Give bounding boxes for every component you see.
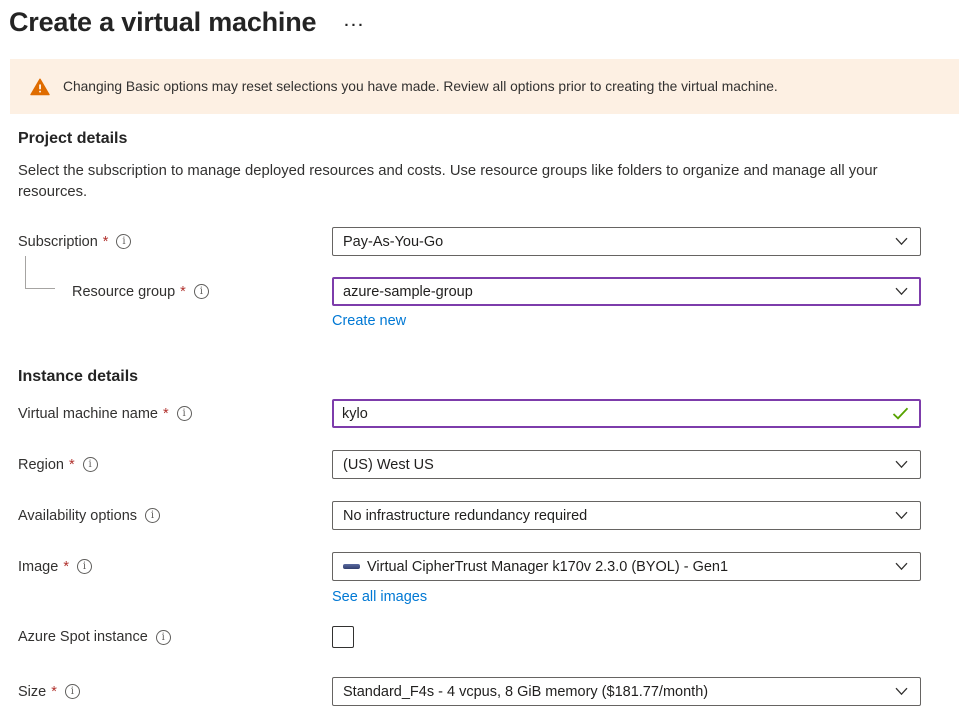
chevron-down-icon bbox=[895, 287, 908, 296]
vm-name-label: Virtual machine name * i bbox=[18, 406, 332, 422]
image-value: Virtual CipherTrust Manager k170v 2.3.0 … bbox=[367, 559, 728, 575]
subscription-value: Pay-As-You-Go bbox=[343, 234, 443, 250]
warning-banner: Changing Basic options may reset selecti… bbox=[10, 59, 959, 114]
required-marker: * bbox=[69, 457, 75, 473]
required-marker: * bbox=[103, 234, 109, 250]
region-value: (US) West US bbox=[343, 457, 434, 473]
required-marker: * bbox=[63, 559, 69, 575]
info-icon[interactable]: i bbox=[194, 284, 209, 299]
required-marker: * bbox=[180, 284, 186, 300]
availability-options-dropdown[interactable]: No infrastructure redundancy required bbox=[332, 501, 921, 530]
region-dropdown[interactable]: (US) West US bbox=[332, 450, 921, 479]
vm-name-input[interactable] bbox=[342, 406, 892, 422]
project-details-description: Select the subscription to manage deploy… bbox=[18, 161, 923, 203]
size-label-text: Size bbox=[18, 684, 46, 700]
info-icon[interactable]: i bbox=[177, 406, 192, 421]
form-row-create-new: Create new bbox=[18, 312, 959, 330]
vm-name-label-text: Virtual machine name bbox=[18, 406, 158, 422]
chevron-down-icon bbox=[895, 562, 908, 571]
chevron-down-icon bbox=[895, 687, 908, 696]
size-dropdown[interactable]: Standard_F4s - 4 vcpus, 8 GiB memory ($1… bbox=[332, 677, 921, 706]
valid-check-icon bbox=[892, 407, 909, 420]
chevron-down-icon bbox=[895, 237, 908, 246]
availability-label: Availability options i bbox=[18, 508, 332, 524]
info-icon[interactable]: i bbox=[116, 234, 131, 249]
form-row-availability: Availability options i No infrastructure… bbox=[18, 501, 959, 530]
image-label: Image * i bbox=[18, 559, 332, 575]
info-icon[interactable]: i bbox=[156, 630, 171, 645]
instance-details-form: Virtual machine name * i Region * i bbox=[18, 399, 959, 706]
image-logo-icon bbox=[343, 564, 360, 569]
form-row-see-all-images: See all images bbox=[18, 588, 959, 606]
image-label-text: Image bbox=[18, 559, 58, 575]
azure-spot-label-text: Azure Spot instance bbox=[18, 629, 148, 645]
more-options-button[interactable]: ··· bbox=[344, 21, 365, 31]
subscription-label: Subscription * i bbox=[18, 234, 332, 250]
project-details-form: Subscription * i Pay-As-You-Go Resource … bbox=[18, 227, 959, 330]
create-new-link[interactable]: Create new bbox=[332, 313, 406, 329]
warning-icon bbox=[30, 78, 50, 96]
region-label: Region * i bbox=[18, 457, 332, 473]
chevron-down-icon bbox=[895, 511, 908, 520]
page-title: Create a virtual machine bbox=[9, 7, 316, 38]
form-row-azure-spot: Azure Spot instance i bbox=[18, 626, 959, 648]
size-value: Standard_F4s - 4 vcpus, 8 GiB memory ($1… bbox=[343, 684, 708, 700]
subscription-dropdown[interactable]: Pay-As-You-Go bbox=[332, 227, 921, 256]
availability-value: No infrastructure redundancy required bbox=[343, 508, 587, 524]
vm-name-field bbox=[332, 399, 921, 428]
resource-group-dropdown[interactable]: azure-sample-group bbox=[332, 277, 921, 306]
subscription-label-text: Subscription bbox=[18, 234, 98, 250]
instance-details-heading: Instance details bbox=[18, 368, 959, 386]
resource-group-label: Resource group * i bbox=[18, 284, 332, 300]
resource-group-label-text: Resource group bbox=[72, 284, 175, 300]
required-marker: * bbox=[163, 406, 169, 422]
info-icon[interactable]: i bbox=[77, 559, 92, 574]
form-row-region: Region * i (US) West US bbox=[18, 450, 959, 479]
info-icon[interactable]: i bbox=[65, 684, 80, 699]
size-label: Size * i bbox=[18, 684, 332, 700]
form-row-subscription: Subscription * i Pay-As-You-Go bbox=[18, 227, 959, 256]
ellipsis-icon: ··· bbox=[344, 17, 365, 34]
page-header: Create a virtual machine ··· bbox=[0, 0, 959, 38]
image-dropdown[interactable]: Virtual CipherTrust Manager k170v 2.3.0 … bbox=[332, 552, 921, 581]
form-row-size: Size * i Standard_F4s - 4 vcpus, 8 GiB m… bbox=[18, 677, 959, 706]
resource-group-value: azure-sample-group bbox=[343, 284, 473, 300]
region-label-text: Region bbox=[18, 457, 64, 473]
availability-label-text: Availability options bbox=[18, 508, 137, 524]
info-icon[interactable]: i bbox=[145, 508, 160, 523]
see-all-images-link[interactable]: See all images bbox=[332, 589, 427, 605]
form-row-vm-name: Virtual machine name * i bbox=[18, 399, 959, 428]
resource-group-connector-line bbox=[25, 256, 55, 289]
azure-spot-checkbox[interactable] bbox=[332, 626, 354, 648]
chevron-down-icon bbox=[895, 460, 908, 469]
warning-text: Changing Basic options may reset selecti… bbox=[63, 79, 778, 94]
required-marker: * bbox=[51, 684, 57, 700]
info-icon[interactable]: i bbox=[83, 457, 98, 472]
azure-spot-label: Azure Spot instance i bbox=[18, 629, 332, 645]
create-vm-page: Create a virtual machine ··· Changing Ba… bbox=[0, 0, 959, 710]
form-row-resource-group: Resource group * i azure-sample-group bbox=[18, 277, 959, 306]
project-details-heading: Project details bbox=[18, 130, 959, 148]
form-row-image: Image * i Virtual CipherTrust Manager k1… bbox=[18, 552, 959, 581]
